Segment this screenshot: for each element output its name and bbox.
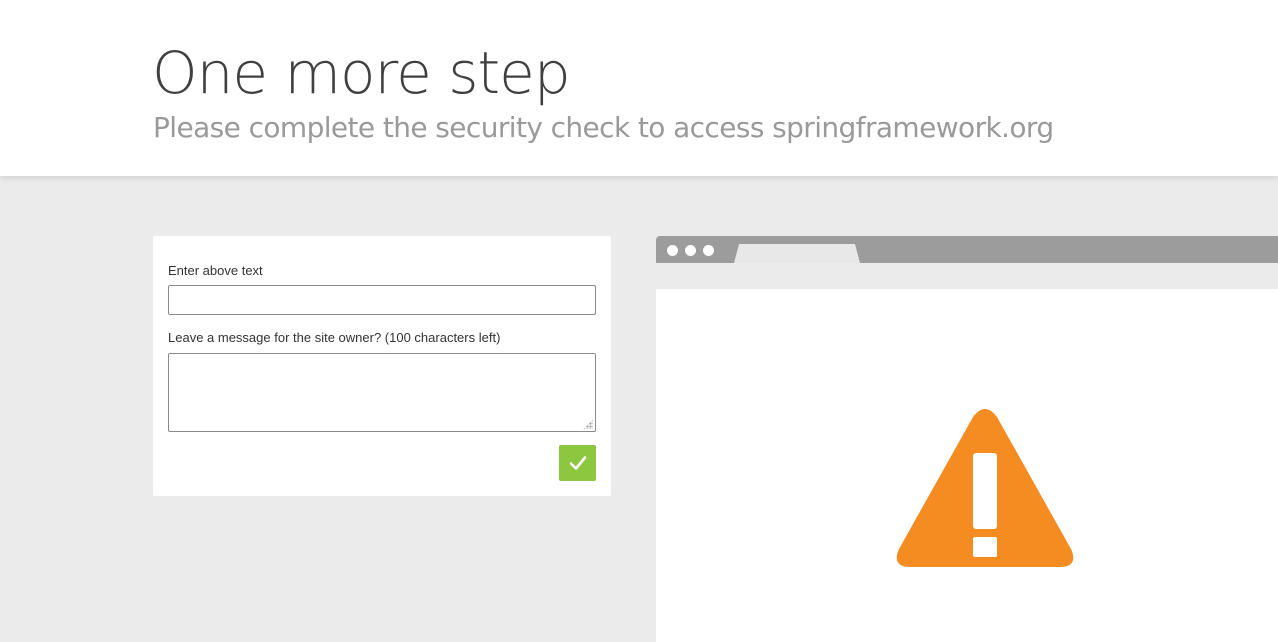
page-title: One more step [152,39,571,107]
message-label: Leave a message for the site owner? (100… [168,330,501,345]
checkmark-icon [569,456,586,470]
captcha-label: Enter above text [168,263,263,278]
browser-content [656,289,1278,642]
browser-illustration [656,236,1278,642]
browser-tab [734,244,860,263]
page-header: One more step Please complete the securi… [0,0,1278,176]
browser-address-strip [656,263,1278,289]
message-textarea[interactable] [168,353,596,432]
warning-icon [896,409,1074,567]
security-check-form: Enter above text Leave a message for the… [153,236,611,496]
submit-button[interactable] [559,445,596,481]
browser-title-bar [656,236,1278,263]
resize-grip-icon[interactable] [583,419,593,429]
window-dot-icon [685,245,696,256]
window-dot-icon [703,245,714,256]
captcha-input[interactable] [168,285,596,315]
window-dot-icon [667,245,678,256]
page-subtitle: Please complete the security check to ac… [153,111,1054,144]
